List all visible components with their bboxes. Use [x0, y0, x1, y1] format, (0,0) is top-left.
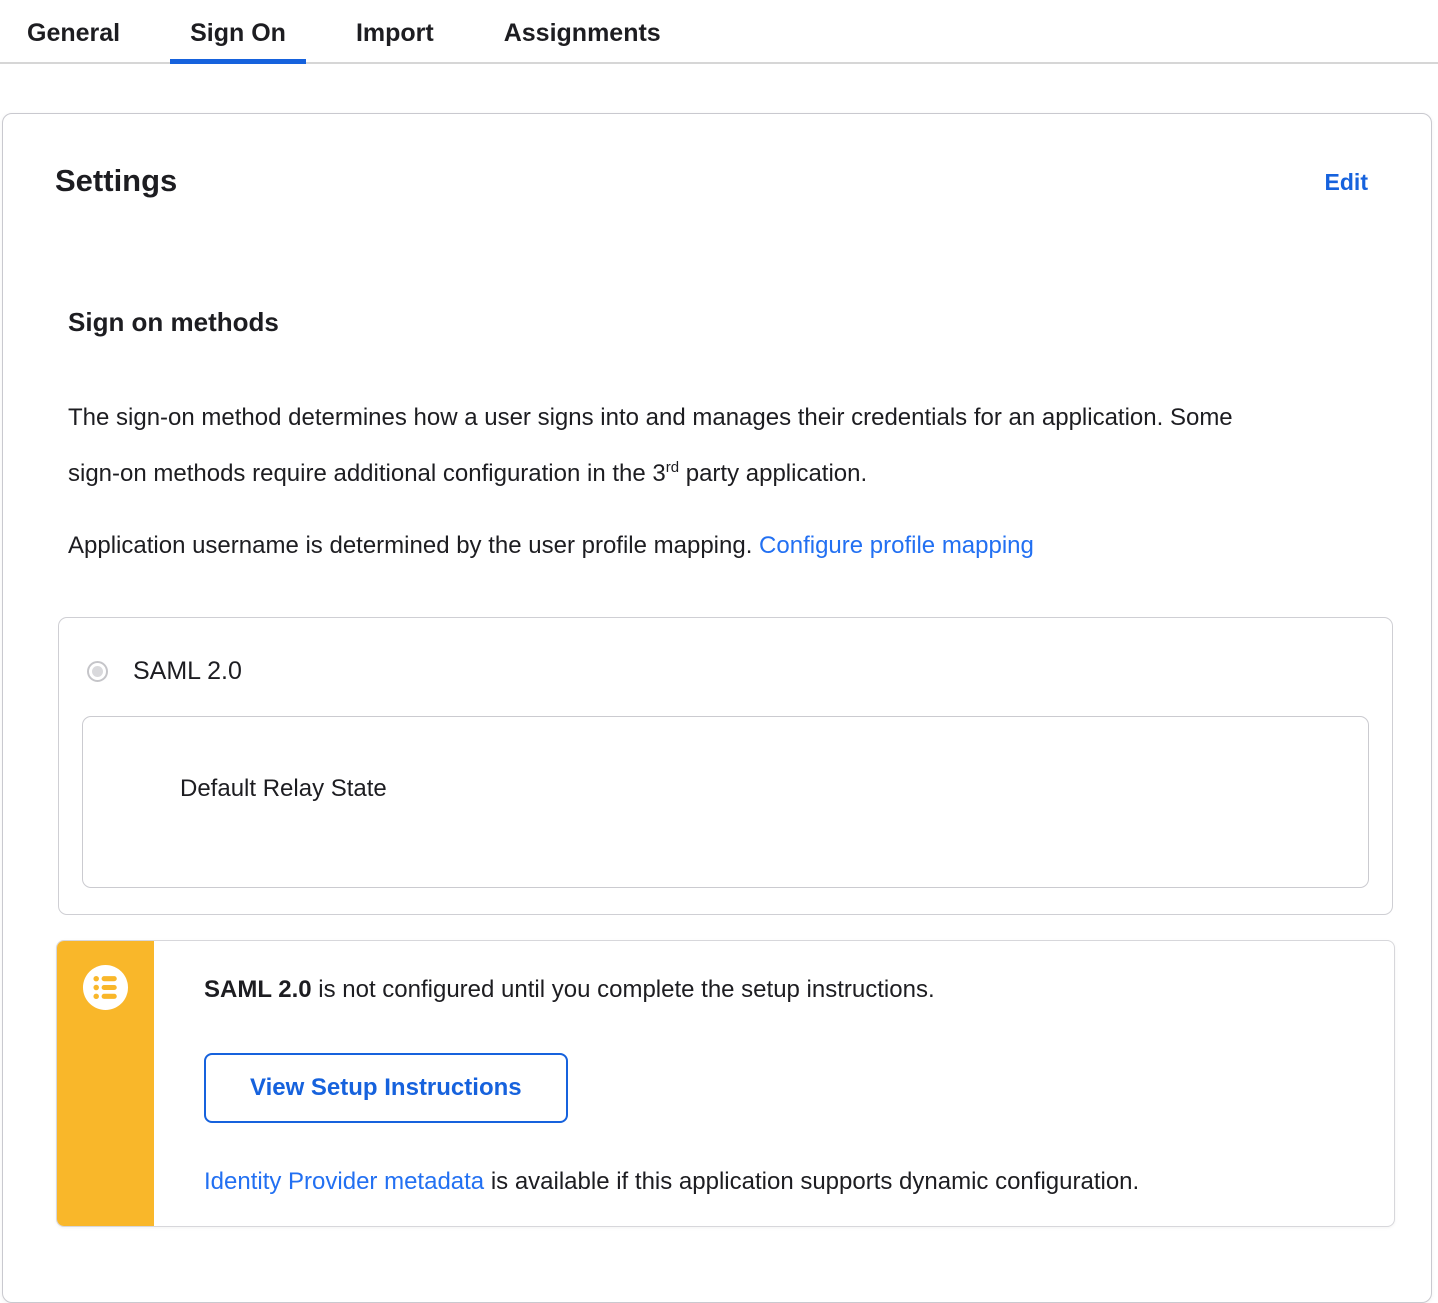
username-note-text: Application username is determined by th…	[68, 532, 760, 559]
saml-option-box: SAML 2.0 Default Relay State	[58, 617, 1393, 915]
sign-on-methods-heading: Sign on methods	[68, 307, 279, 337]
tab-import[interactable]: Import	[336, 0, 454, 64]
page-title: Settings	[55, 163, 178, 198]
saml-radio-row: SAML 2.0	[87, 656, 1392, 686]
description-text: The sign-on method determines how a user…	[68, 404, 1233, 487]
settings-card: Settings Edit Sign on methods The sign-o…	[2, 113, 1432, 1303]
settings-card-header: Settings Edit	[55, 161, 1368, 201]
sign-on-method-description: The sign-on method determines how a user…	[68, 393, 1281, 499]
sign-on-methods-section: Sign on methods The sign-on method deter…	[68, 306, 1281, 571]
callout-message-bold: SAML 2.0	[204, 976, 312, 1003]
tab-assignments[interactable]: Assignments	[484, 0, 681, 64]
identity-provider-metadata-link[interactable]: Identity Provider metadata	[204, 1168, 484, 1195]
default-relay-state-label: Default Relay State	[180, 775, 387, 802]
metadata-note: Identity Provider metadata is available …	[204, 1165, 1354, 1199]
tab-bar: General Sign On Import Assignments	[0, 0, 1438, 64]
callout-accent-bar	[57, 941, 154, 1226]
default-relay-state-box: Default Relay State	[82, 716, 1369, 888]
view-setup-instructions-button[interactable]: View Setup Instructions	[204, 1053, 568, 1123]
callout-content: SAML 2.0 is not configured until you com…	[154, 941, 1394, 1226]
saml-config-callout: SAML 2.0 is not configured until you com…	[56, 940, 1395, 1227]
callout-message-rest: is not configured until you complete the…	[311, 976, 935, 1003]
username-note: Application username is determined by th…	[68, 521, 1281, 571]
saml-radio-label: SAML 2.0	[133, 656, 242, 685]
callout-message: SAML 2.0 is not configured until you com…	[204, 965, 1354, 1007]
ordinal-superscript: rd	[665, 459, 680, 476]
list-icon	[82, 964, 129, 1011]
metadata-note-rest: is available if this application support…	[484, 1168, 1140, 1195]
tab-sign-on[interactable]: Sign On	[170, 0, 306, 64]
tab-general[interactable]: General	[7, 0, 140, 64]
edit-link[interactable]: Edit	[1325, 169, 1368, 196]
configure-profile-mapping-link[interactable]: Configure profile mapping	[759, 532, 1034, 559]
saml-radio-button[interactable]	[87, 660, 108, 682]
description-text-end: party application.	[679, 460, 868, 487]
